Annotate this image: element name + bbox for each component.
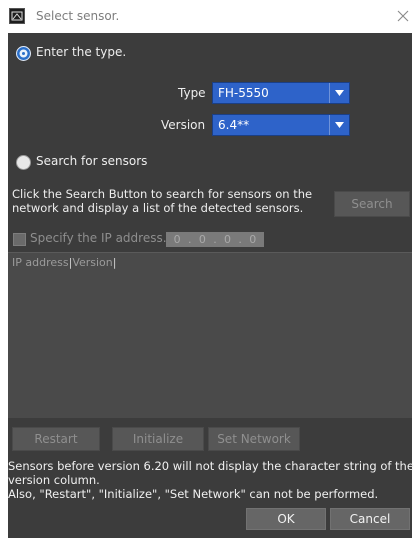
title-bar: Select sensor. xyxy=(0,0,420,32)
ip-octet-3: 0 xyxy=(224,233,232,246)
column-ip-address[interactable]: IP address xyxy=(12,256,69,269)
search-sensors-label: Search for sensors xyxy=(36,154,148,168)
dialog-panel: Enter the type. Type FH-5550 Version 6.4… xyxy=(8,33,414,538)
specify-ip-checkbox[interactable] xyxy=(13,233,26,246)
restart-button[interactable]: Restart xyxy=(12,427,100,451)
note-line2: version column. xyxy=(8,473,100,487)
enter-type-radio[interactable] xyxy=(16,46,31,61)
ip-separator: . xyxy=(213,233,217,246)
sensor-list[interactable]: IP address|Version| xyxy=(8,252,412,418)
sensor-app-icon xyxy=(9,8,25,24)
sensor-list-header: IP address|Version| xyxy=(12,256,116,269)
column-version[interactable]: Version xyxy=(72,256,112,269)
window-title: Select sensor. xyxy=(36,9,120,23)
ok-button[interactable]: OK xyxy=(246,508,326,530)
specify-ip-label: Specify the IP address. xyxy=(30,231,167,245)
enter-type-label: Enter the type. xyxy=(36,45,127,59)
type-value: FH-5550 xyxy=(218,86,269,100)
ip-separator: . xyxy=(238,233,242,246)
initialize-button[interactable]: Initialize xyxy=(112,427,204,451)
column-separator[interactable]: | xyxy=(113,256,117,269)
search-sensors-radio[interactable] xyxy=(16,155,31,170)
close-icon[interactable] xyxy=(386,0,420,32)
ip-address-input[interactable]: 0 . 0 . 0 . 0 xyxy=(166,232,264,247)
cancel-button[interactable]: Cancel xyxy=(330,508,410,530)
ip-octet-2: 0 xyxy=(198,233,206,246)
triangle-down-icon[interactable] xyxy=(329,115,349,135)
note-line1: Sensors before version 6.20 will not dis… xyxy=(8,459,414,473)
ip-octet-1: 0 xyxy=(173,233,181,246)
ip-octet-4: 0 xyxy=(249,233,257,246)
triangle-down-icon[interactable] xyxy=(329,83,349,103)
note-line3: Also, "Restart", "Initialize", "Set Netw… xyxy=(8,487,379,501)
search-description-line1: Click the Search Button to search for se… xyxy=(12,187,313,201)
type-label: Type xyxy=(178,86,206,100)
type-dropdown[interactable]: FH-5550 xyxy=(212,82,350,104)
version-note: Sensors before version 6.20 will not dis… xyxy=(8,459,414,501)
search-description-line2: network and display a list of the detect… xyxy=(12,201,304,215)
set-network-button[interactable]: Set Network xyxy=(208,427,300,451)
version-label: Version xyxy=(161,118,206,132)
ip-separator: . xyxy=(188,233,192,246)
version-dropdown[interactable]: 6.4** xyxy=(212,114,350,136)
version-value: 6.4** xyxy=(218,118,250,132)
search-button[interactable]: Search xyxy=(334,191,410,217)
